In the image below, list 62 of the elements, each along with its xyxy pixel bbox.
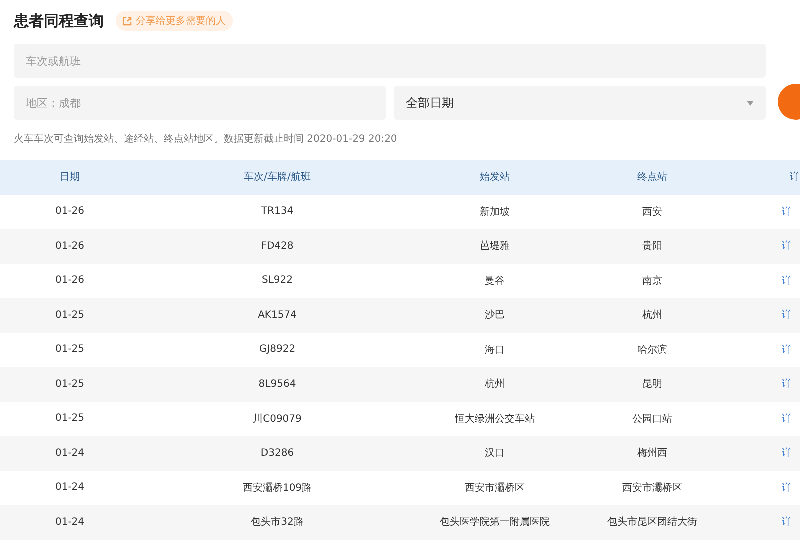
table-cell-text: 曼谷 <box>484 274 506 288</box>
table-cell-text: 01-25 <box>54 413 86 424</box>
date-select[interactable]: 全部日期 <box>394 86 766 120</box>
column-header: 日期 <box>59 170 81 184</box>
table-cell-text: 汉口 <box>484 447 506 460</box>
table-cell-text: 01-25 <box>54 310 86 321</box>
table-cell-text: AK1574 <box>257 310 298 321</box>
table-cell-text: 芭堤雅 <box>479 240 511 254</box>
column-header: 车次/车牌/航班 <box>243 170 312 184</box>
share-icon <box>123 16 132 26</box>
table-cell-text: 海口 <box>484 344 506 357</box>
table-cell-text: 新加坡 <box>479 206 511 219</box>
table-cell-text: 南京 <box>642 274 664 288</box>
table-cell-text: 川C09079 <box>252 412 303 426</box>
table-cell-text: 01-26 <box>54 206 86 218</box>
table-cell-text: 包头医学院第一附属医院 <box>439 516 551 530</box>
table-cell-text: 包头市32路 <box>250 516 305 530</box>
search-field[interactable]: 车次或航班 <box>14 44 766 78</box>
table-cell-text: 01-26 <box>54 275 86 286</box>
update-note: 火车车次可查询始发站、途经站、终点站地区。数据更新截止时间 2020-01-29 20:20 <box>14 132 398 147</box>
table-cell-text: 01-24 <box>54 448 86 459</box>
table-cell-text: 包头市昆区团结大街 <box>606 516 698 530</box>
table-cell-text: 恒大绿洲公交车站 <box>454 412 536 426</box>
table-cell-text: FD428 <box>260 240 295 252</box>
detail-link[interactable]: 详 <box>782 342 792 357</box>
table-cell-text: 昆明 <box>642 378 664 392</box>
table-cell-text: 01-24 <box>54 482 86 494</box>
detail-link[interactable]: 详 <box>782 239 792 254</box>
table-cell-text: 杭州 <box>484 378 506 392</box>
caret-icon <box>747 100 754 106</box>
table-cell-text: 贵阳 <box>642 240 664 254</box>
table-cell-text: 沙巴 <box>484 308 506 322</box>
table-cell-text: 01-25 <box>54 344 86 356</box>
detail-link[interactable]: 详 <box>782 446 792 460</box>
region-field[interactable]: 地区：成都 <box>14 86 386 120</box>
detail-link[interactable]: 详 <box>782 480 792 495</box>
detail-link[interactable]: 详 <box>782 515 792 530</box>
table-cell-text: 西安灞桥109路 <box>242 482 314 495</box>
column-header: 始发站 <box>479 170 511 184</box>
detail-link[interactable]: 详 <box>782 412 792 426</box>
table-cell-text: 8L9564 <box>258 378 298 390</box>
table-cell-text: 哈尔滨 <box>636 344 668 357</box>
table-cell-text: D3286 <box>260 448 296 459</box>
page-title: 患者同程查询 <box>14 12 104 30</box>
detail-link[interactable]: 详 <box>782 377 792 392</box>
table-cell-text: 西安 <box>642 206 664 219</box>
detail-link[interactable]: 详 <box>782 204 792 219</box>
detail-link[interactable]: 详 <box>782 274 792 288</box>
column-header: 终点站 <box>636 170 668 184</box>
table-cell-text: GJ8922 <box>258 344 297 356</box>
table-cell-text: 西安市灞桥区 <box>464 482 526 495</box>
column-header: 详 <box>789 170 800 184</box>
table-cell-text: TR134 <box>260 206 295 218</box>
table-cell-text: 梅州西 <box>636 446 668 460</box>
table-cell-text: 01-24 <box>54 516 86 528</box>
table-cell-text: SL922 <box>260 275 294 286</box>
detail-link[interactable]: 详 <box>782 308 792 322</box>
table-cell-text: 西安市灞桥区 <box>622 482 684 495</box>
table-cell-text: 公园口站 <box>632 412 674 426</box>
table-cell-text: 01-25 <box>54 378 86 390</box>
table-cell-text: 杭州 <box>642 308 664 322</box>
table-cell-text: 01-26 <box>54 240 86 252</box>
